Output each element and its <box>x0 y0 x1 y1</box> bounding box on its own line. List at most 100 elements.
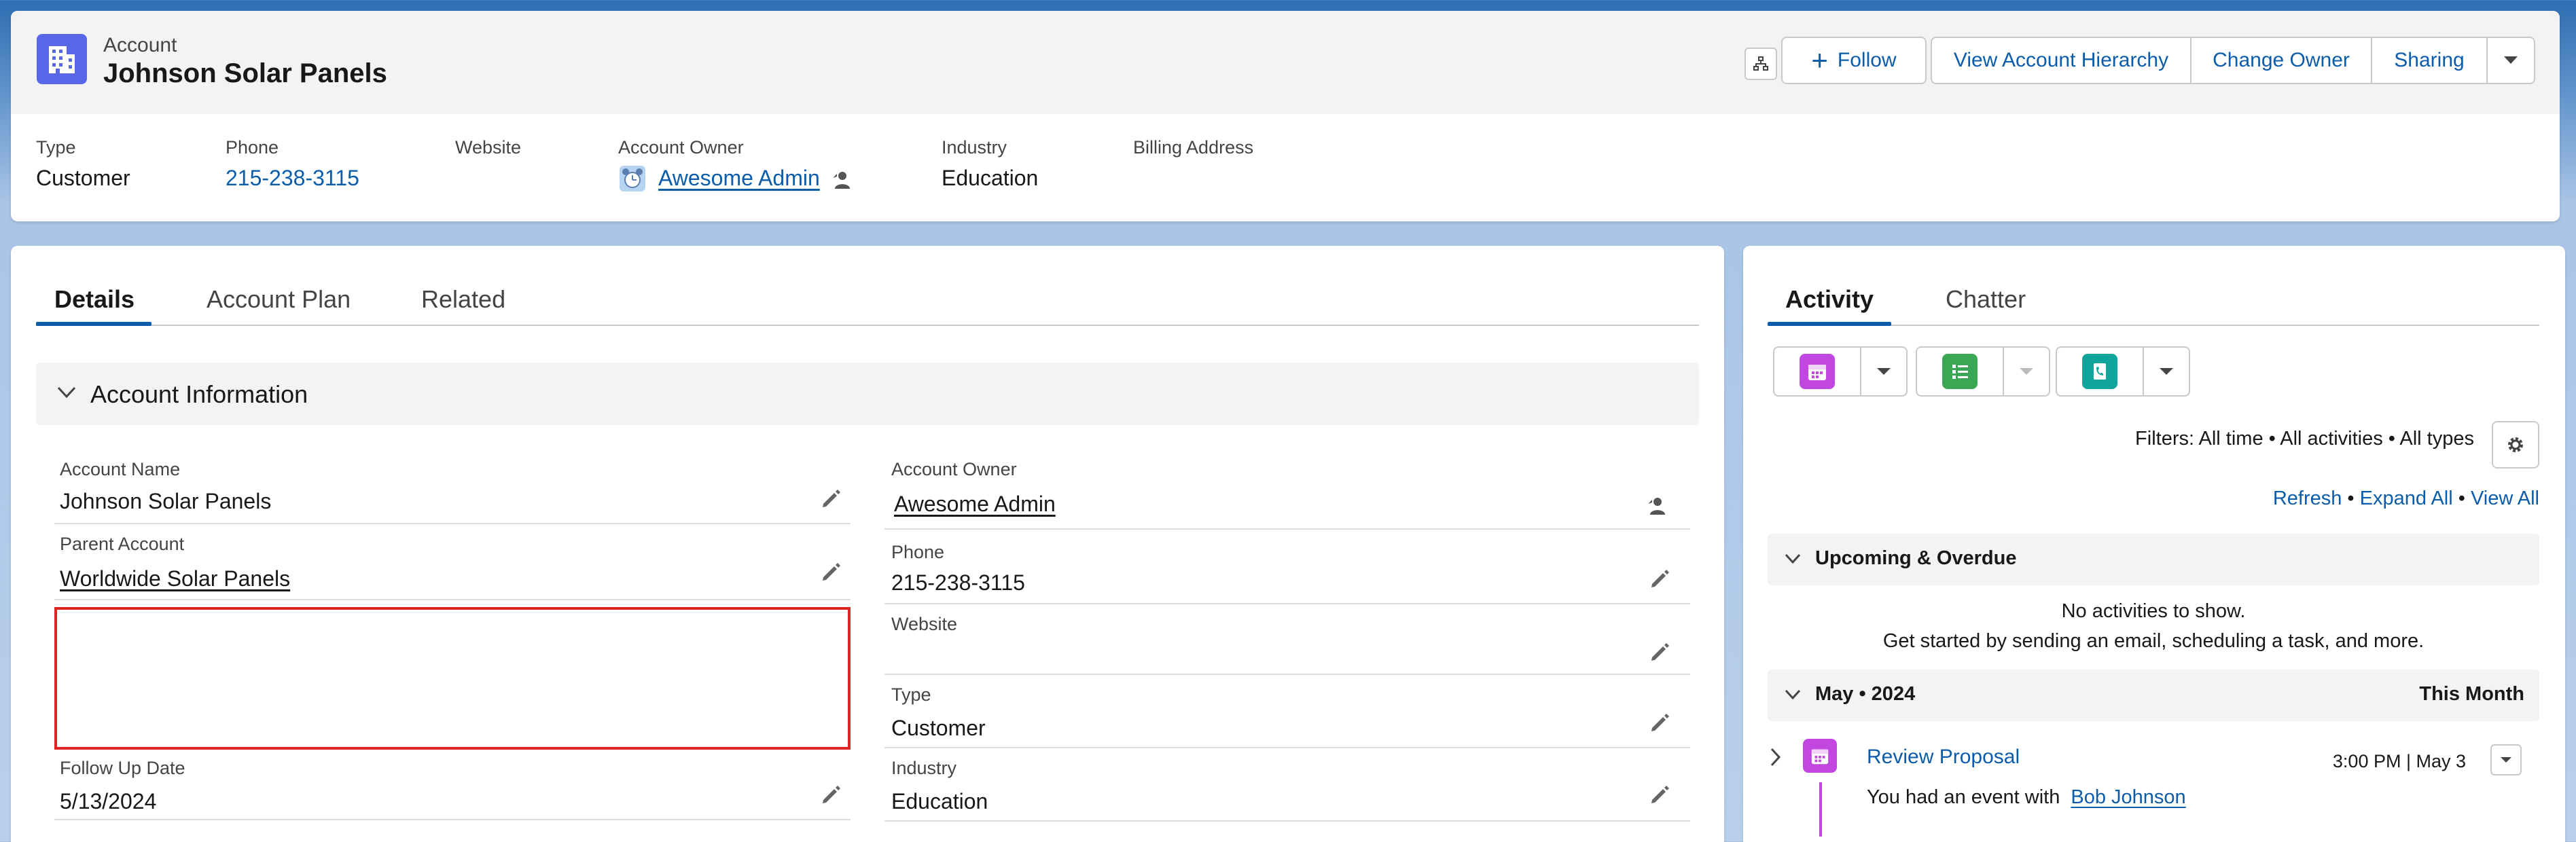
expand-event-icon[interactable] <box>1769 747 1783 767</box>
type-value: Customer <box>891 716 986 740</box>
field-divider <box>54 599 851 600</box>
field-divider <box>884 747 1690 748</box>
edit-account-name-icon[interactable] <box>819 488 842 511</box>
phone-link[interactable]: 215-238-3115 <box>891 570 1025 596</box>
field-divider <box>884 603 1690 604</box>
field-divider <box>54 523 851 524</box>
call-options-dropdown[interactable] <box>2144 348 2189 395</box>
refresh-link[interactable]: Refresh <box>2273 488 2342 509</box>
log-call-button[interactable] <box>2057 348 2144 395</box>
activity-links: Refresh • Expand All • View All <box>2273 488 2539 510</box>
field-divider <box>884 674 1690 675</box>
follow-button[interactable]: + Follow <box>1781 37 1927 84</box>
tab-chatter[interactable]: Chatter <box>1946 285 2026 314</box>
follow-up-date-value: 5/13/2024 <box>60 789 157 813</box>
follow-label: Follow <box>1837 49 1897 71</box>
plus-icon: + <box>1811 44 1828 76</box>
phone-log-icon <box>2082 354 2117 389</box>
change-owner-icon[interactable] <box>1648 496 1667 516</box>
avatar <box>620 166 645 191</box>
field-divider <box>884 820 1690 822</box>
highlight-industry-label: Industry <box>942 137 1007 158</box>
event-description-text: You had an event with <box>1867 786 2060 808</box>
tab-related[interactable]: Related <box>421 285 505 314</box>
empty-state-message: No activities to show. <box>2061 600 2246 622</box>
highlight-type-label: Type <box>36 137 76 158</box>
field-divider <box>884 528 1690 530</box>
chevron-down-icon <box>2020 368 2033 375</box>
details-panel: Details Account Plan Related Account Inf… <box>11 246 1724 842</box>
view-all-link[interactable]: View All <box>2471 488 2539 509</box>
event-options-dropdown[interactable] <box>1861 348 1906 395</box>
industry-value: Education <box>891 789 988 813</box>
event-person-link[interactable]: Bob Johnson <box>2071 786 2185 808</box>
highlight-industry-value: Education <box>942 166 1039 190</box>
highlight-type-value: Customer <box>36 166 130 190</box>
chevron-down-icon <box>1785 553 1801 564</box>
tab-activity[interactable]: Activity <box>1785 285 1874 314</box>
separator: • <box>2458 488 2465 509</box>
chevron-down-icon <box>57 386 76 399</box>
tab-account-plan[interactable]: Account Plan <box>207 285 351 314</box>
object-type-label: Account <box>103 34 177 56</box>
chevron-down-icon <box>2160 368 2173 375</box>
website-label: Website <box>891 614 958 634</box>
highlight-billing-label: Billing Address <box>1133 137 1254 158</box>
tabs-divider <box>36 325 1699 326</box>
event-title-link[interactable]: Review Proposal <box>1867 746 2020 769</box>
sharing-button[interactable]: Sharing <box>2371 37 2488 84</box>
highlight-owner-link[interactable]: Awesome Admin <box>658 166 820 191</box>
activity-filters-text: Filters: All time • All activities • All… <box>2135 428 2474 450</box>
new-event-button-group <box>1773 346 1908 397</box>
edit-follow-up-date-icon[interactable] <box>819 784 842 807</box>
change-owner-button[interactable]: Change Owner <box>2190 37 2372 84</box>
upcoming-overdue-section-toggle[interactable]: Upcoming & Overdue <box>1768 534 2539 585</box>
month-section-toggle[interactable]: May • 2024 This Month <box>1768 670 2539 721</box>
header-top: Account Johnson Solar Panels + Follow Vi… <box>11 11 2560 114</box>
event-description: You had an event with Bob Johnson <box>1867 786 2186 809</box>
hierarchy-icon <box>1753 56 1768 71</box>
new-event-button[interactable] <box>1774 348 1861 395</box>
active-tab-indicator <box>1768 322 1891 326</box>
task-list-icon <box>1942 354 1978 389</box>
task-options-dropdown[interactable] <box>2004 348 2049 395</box>
industry-label: Industry <box>891 758 957 778</box>
highlight-owner-label: Account Owner <box>618 137 744 158</box>
more-actions-button[interactable] <box>2486 37 2535 84</box>
edit-website-icon[interactable] <box>1648 641 1671 664</box>
edit-type-icon[interactable] <box>1648 712 1671 735</box>
timeline-connector <box>1819 782 1822 837</box>
change-owner-icon[interactable] <box>833 170 852 194</box>
view-account-hierarchy-button[interactable]: View Account Hierarchy <box>1931 37 2192 84</box>
field-divider <box>54 819 851 820</box>
section-title: Account Information <box>90 380 308 408</box>
record-header: Account Johnson Solar Panels + Follow Vi… <box>11 11 2560 221</box>
account-owner-label: Account Owner <box>891 459 1017 479</box>
event-calendar-icon <box>1803 739 1837 773</box>
parent-account-link[interactable]: Worldwide Solar Panels <box>60 566 290 591</box>
separator: • <box>2347 488 2355 509</box>
highlighted-empty-field-region <box>54 607 851 750</box>
phone-label: Phone <box>891 542 945 562</box>
account-name-value: Johnson Solar Panels <box>60 489 272 513</box>
account-icon <box>37 34 87 84</box>
new-task-button[interactable] <box>1917 348 2004 395</box>
highlight-phone-link[interactable]: 215-238-3115 <box>226 166 359 191</box>
event-time: 3:00 PM | May 3 <box>2332 751 2466 771</box>
account-information-section-toggle[interactable]: Account Information <box>36 363 1699 425</box>
tab-details[interactable]: Details <box>54 285 135 314</box>
event-actions-dropdown[interactable] <box>2490 744 2522 775</box>
edit-industry-icon[interactable] <box>1648 784 1671 807</box>
account-name-label: Account Name <box>60 459 181 479</box>
activity-settings-button[interactable] <box>2492 421 2539 469</box>
empty-state-hint: Get started by sending an email, schedul… <box>1882 630 2425 652</box>
account-owner-link[interactable]: Awesome Admin <box>894 492 1056 517</box>
edit-parent-account-icon[interactable] <box>819 561 842 584</box>
hierarchy-icon-button[interactable] <box>1745 48 1777 80</box>
expand-all-link[interactable]: Expand All <box>2360 488 2453 509</box>
parent-account-label: Parent Account <box>60 534 185 554</box>
edit-phone-icon[interactable] <box>1648 568 1671 591</box>
month-label: This Month <box>2419 683 2524 705</box>
upcoming-overdue-title: Upcoming & Overdue <box>1815 547 2017 569</box>
active-tab-indicator <box>36 322 151 326</box>
